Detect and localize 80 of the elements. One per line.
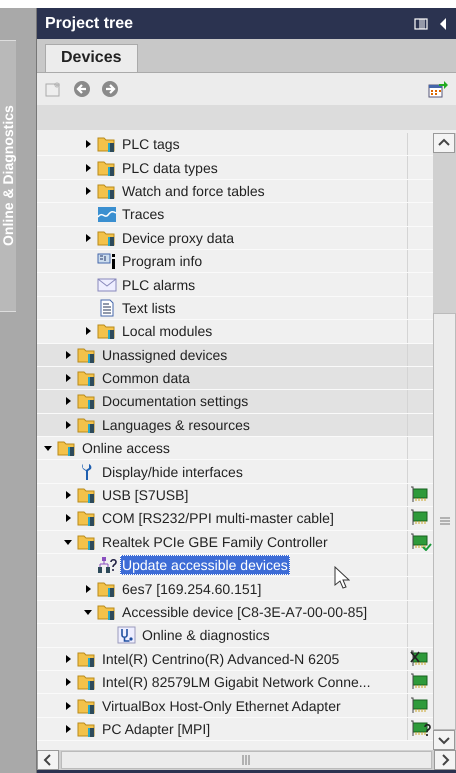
- tree-item[interactable]: Device proxy data: [120, 228, 236, 248]
- network-query-icon: [97, 556, 117, 574]
- folder-icon: [97, 135, 117, 154]
- folder-icon: [97, 228, 117, 247]
- horizontal-scrollbar[interactable]: [37, 750, 456, 773]
- table-export-icon[interactable]: [428, 80, 448, 98]
- split-view-icon[interactable]: [414, 16, 428, 30]
- folder-icon: [77, 509, 97, 528]
- tree-item[interactable]: Display/hide interfaces: [100, 462, 245, 482]
- triangle-icon[interactable]: [83, 326, 93, 336]
- triangle-icon[interactable]: [63, 420, 73, 430]
- program-info-icon: [97, 252, 117, 270]
- folder-icon: [77, 416, 97, 434]
- tree-item[interactable]: COM [RS232/PPI multi-master cable]: [100, 508, 336, 528]
- grip-icon[interactable]: [242, 755, 252, 765]
- tree-item[interactable]: VirtualBox Host-Only Ethernet Adapter: [100, 696, 343, 716]
- tree-item[interactable]: Intel(R) 82579LM Gigabit Network Conne...: [100, 672, 372, 692]
- triangle-icon[interactable]: [83, 162, 93, 173]
- triangle-icon[interactable]: [63, 724, 73, 734]
- tree-item[interactable]: PLC tags: [120, 134, 182, 154]
- triangle-icon[interactable]: [63, 350, 73, 360]
- folder-icon: [77, 673, 97, 692]
- tree-item[interactable]: Traces: [120, 204, 166, 224]
- tree-item[interactable]: Realtek PCIe GBE Family Controller: [100, 532, 330, 552]
- folder-icon: [77, 532, 97, 551]
- triangle-icon[interactable]: [63, 490, 73, 500]
- folder-icon: [97, 322, 117, 340]
- envelope-icon: [97, 276, 117, 294]
- triangle-icon[interactable]: [63, 654, 73, 664]
- folder-icon: [57, 439, 77, 458]
- triangle-icon[interactable]: [63, 513, 73, 524]
- scroll-down-icon[interactable]: [433, 730, 455, 750]
- triangle-icon[interactable]: [83, 607, 93, 617]
- folder-icon: [77, 696, 97, 715]
- tree-item[interactable]: USB [S7USB]: [100, 485, 190, 506]
- folder-icon: [77, 392, 97, 410]
- scroll-up-icon[interactable]: [433, 133, 455, 153]
- tree-item[interactable]: Update accessible devices: [120, 555, 290, 576]
- collapse-panel-icon[interactable]: [438, 16, 448, 30]
- tree-item[interactable]: Program info: [120, 251, 204, 272]
- tree-item[interactable]: Watch and force tables: [120, 180, 267, 201]
- folder-icon: [77, 346, 97, 364]
- triangle-icon[interactable]: [83, 139, 93, 150]
- folder-icon: [77, 369, 97, 388]
- tree-item[interactable]: PLC data types: [120, 158, 220, 178]
- tree-item[interactable]: Online & diagnostics: [140, 625, 272, 646]
- devices-tab[interactable]: Devices: [45, 44, 138, 72]
- scroll-left-icon[interactable]: [37, 750, 59, 770]
- folder-icon: [97, 182, 117, 200]
- back-icon[interactable]: [73, 80, 91, 98]
- tree-item[interactable]: Local modules: [120, 321, 214, 342]
- triangle-icon[interactable]: [63, 700, 73, 711]
- tree-item[interactable]: Online access: [80, 438, 172, 458]
- triangle-icon[interactable]: [43, 443, 53, 454]
- tree-item[interactable]: Common data: [100, 368, 192, 388]
- stethoscope-icon: [117, 626, 137, 644]
- folder-icon: [97, 580, 117, 598]
- tree-item[interactable]: Accessible device [C8-3E-A7-00-00-85]: [120, 602, 370, 622]
- tree-item[interactable]: PC Adapter [MPI]: [100, 718, 212, 739]
- triangle-icon[interactable]: [63, 396, 73, 406]
- tree-item[interactable]: Text lists: [120, 298, 178, 318]
- triangle-icon[interactable]: [83, 186, 93, 196]
- panel-title: Project tree: [45, 14, 134, 32]
- forward-icon[interactable]: [101, 80, 119, 98]
- folder-icon: [77, 720, 97, 738]
- folder-icon: [77, 486, 97, 504]
- scroll-right-icon[interactable]: [434, 750, 456, 770]
- tree-item[interactable]: 6es7 [169.254.60.151]: [120, 578, 264, 599]
- tree-item[interactable]: Intel(R) Centrino(R) Advanced-N 6205: [100, 648, 342, 669]
- vertical-scrollbar[interactable]: [433, 133, 456, 750]
- triangle-icon[interactable]: [63, 677, 73, 688]
- triangle-icon[interactable]: [63, 373, 73, 384]
- grip-icon[interactable]: [438, 517, 450, 526]
- folder-icon: [97, 603, 117, 621]
- tree-item[interactable]: PLC alarms: [120, 274, 198, 295]
- folder-icon: [77, 650, 97, 668]
- trace-icon: [97, 205, 117, 224]
- triangle-icon[interactable]: [83, 232, 93, 243]
- folder-icon: [97, 158, 117, 177]
- triangle-icon[interactable]: [83, 584, 93, 594]
